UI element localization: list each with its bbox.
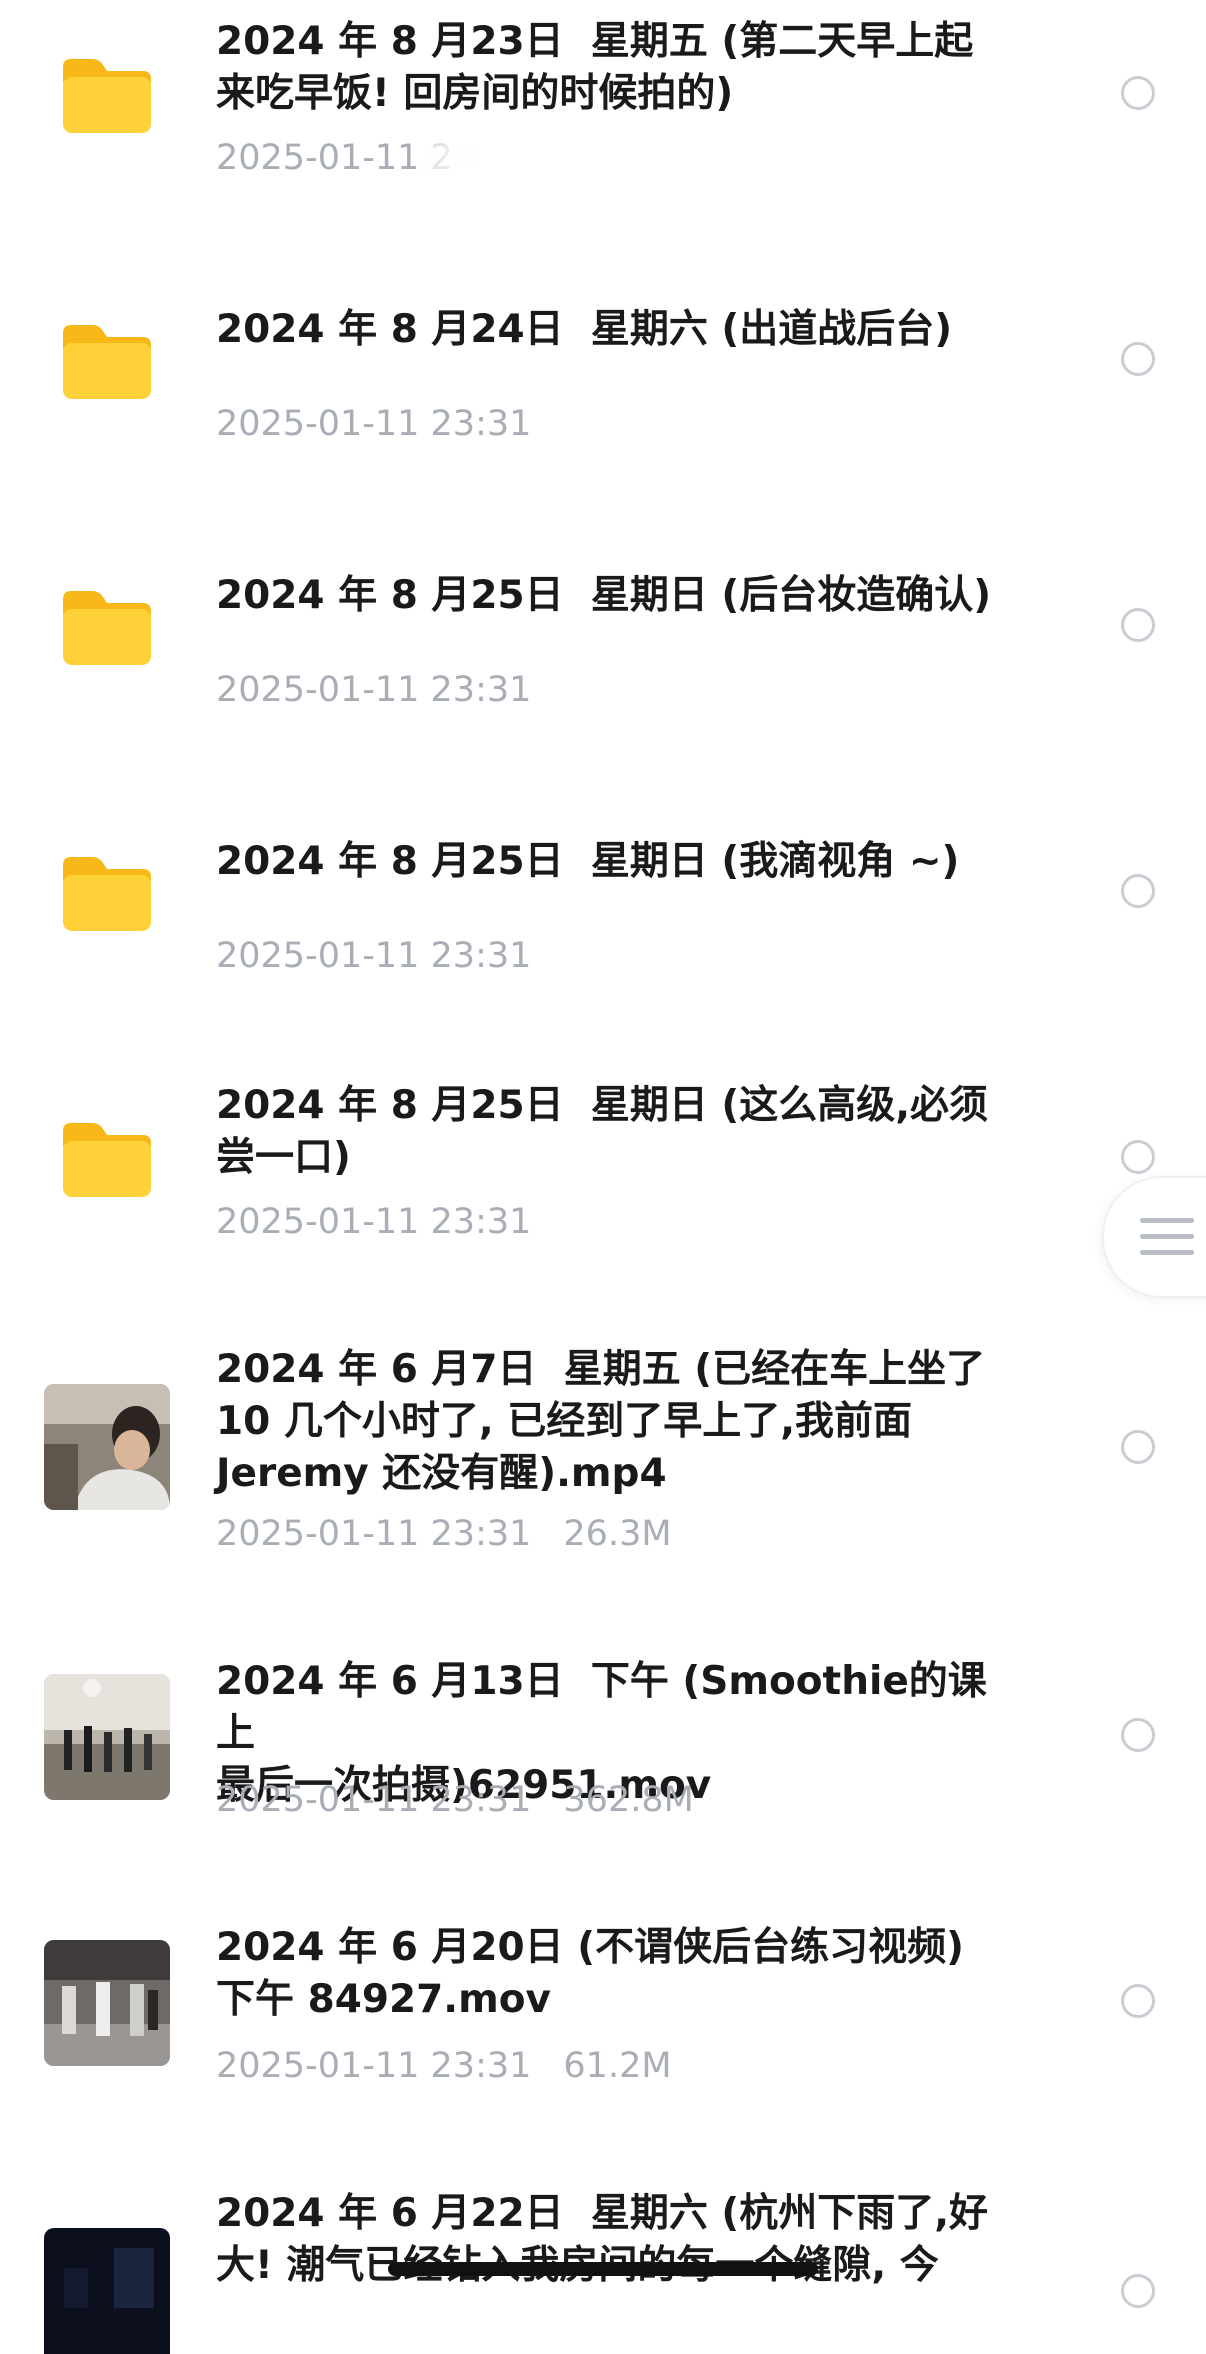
file-title: 2024 年 8 月23日 星期五 (第二天早上起 来吃早饭! 回房间的时候拍的… (216, 19, 974, 116)
file-list: 2024 年 8 月23日 星期五 (第二天早上起 来吃早饭! 回房间的时候拍的… (0, 0, 1206, 2354)
file-date: 2025-01-11 23:31 (216, 2046, 532, 2086)
folder-icon (44, 32, 170, 158)
file-title: 2024 年 8 月24日 星期六 (出道战后台) (216, 307, 953, 352)
select-radio-icon[interactable] (1121, 608, 1155, 642)
folder-icon (44, 298, 170, 424)
file-meta: 2025-01-11 23:31 26.3M (216, 1512, 672, 1556)
file-size: 26.3M (563, 1514, 672, 1554)
file-date: 2025-01-11 2 (216, 138, 453, 178)
file-title: 2024 年 8 月25日 星期日 (这么高级,必须 尝一口) (216, 1083, 989, 1180)
video-thumbnail (44, 1384, 170, 1510)
file-date: 2025-01-11 23:31 (216, 936, 532, 976)
file-date: 2025-01-11 23:31 (216, 670, 532, 710)
menu-lines-icon (1140, 1218, 1194, 1266)
select-radio-icon[interactable] (1121, 1984, 1155, 2018)
file-date: 2025-01-11 23:31 (216, 1202, 532, 1242)
video-thumbnail (44, 2228, 170, 2354)
file-meta: 2025-01-11 23:31 (216, 934, 563, 978)
file-size: 61.2M (563, 2046, 672, 2086)
select-radio-icon[interactable] (1121, 1430, 1155, 1464)
home-indicator[interactable] (388, 2262, 818, 2276)
folder-icon (44, 564, 170, 690)
folder-icon (44, 830, 170, 956)
file-date: 2025-01-11 23:31 (216, 404, 532, 444)
video-thumbnail (44, 1940, 170, 2066)
select-radio-icon[interactable] (1121, 76, 1155, 110)
file-title: 2024 年 6 月22日 星期六 (杭州下雨了,好 大! 潮气已经钻入我房间的… (216, 2191, 989, 2288)
video-thumbnail (44, 1674, 170, 1800)
select-radio-icon[interactable] (1121, 1718, 1155, 1752)
file-meta: 2025-01-11 23:31 (216, 1200, 563, 1244)
file-meta: 2025-01-11 23:31 (216, 402, 563, 446)
select-radio-icon[interactable] (1121, 2274, 1155, 2308)
file-meta: 2025-01-11 23:31 61.2M (216, 2044, 672, 2088)
file-meta: 2025-01-11 23:31 362.8M (216, 1778, 694, 1822)
file-title: 2024 年 8 月25日 星期日 (我滴视角 ~) (216, 839, 960, 884)
select-radio-icon[interactable] (1121, 874, 1155, 908)
file-date: 2025-01-11 23:31 (216, 1514, 532, 1554)
file-date: 2025-01-11 23:31 (216, 1780, 532, 1820)
select-radio-icon[interactable] (1121, 1140, 1155, 1174)
select-radio-icon[interactable] (1121, 342, 1155, 376)
file-title: 2024 年 8 月25日 星期日 (后台妆造确认) (216, 573, 992, 618)
file-meta: 2025-01-11 23:31 (216, 668, 563, 712)
blurred-region (425, 142, 535, 174)
file-size: 362.8M (563, 1780, 694, 1820)
file-title: 2024 年 6 月7日 星期五 (已经在车上坐了 10 几个小时了, 已经到了… (216, 1347, 986, 1496)
file-title: 2024 年 6 月20日 (不谓侠后台练习视频) 下午 84927.mov (216, 1925, 964, 2022)
folder-icon (44, 1096, 170, 1222)
